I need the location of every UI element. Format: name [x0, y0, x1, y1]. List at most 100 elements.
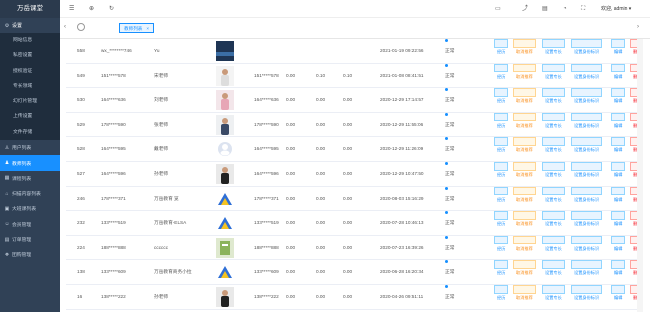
- edit-button[interactable]: 编辑: [611, 63, 626, 79]
- sidebar-subitem[interactable]: 幻灯片管理: [0, 94, 60, 110]
- cancel-rec-button[interactable]: 取消推荐: [513, 260, 536, 275]
- edit-resume-button[interactable]: 经历: [494, 285, 509, 300]
- delete-button[interactable]: 删除: [630, 186, 637, 202]
- globe-icon[interactable]: ⊕: [89, 5, 94, 13]
- delete-button[interactable]: 删除: [630, 88, 637, 103]
- refresh-icon[interactable]: ↻: [109, 5, 114, 13]
- delete-button[interactable]: 删除: [630, 137, 637, 152]
- edit-resume-button[interactable]: 经历: [494, 137, 509, 152]
- set-tag-button[interactable]: 设置身份标识: [571, 260, 603, 275]
- delete-button[interactable]: 删除: [630, 211, 637, 226]
- set-expert-button[interactable]: 设置专长: [542, 260, 565, 275]
- delete-button[interactable]: 删除: [630, 63, 637, 79]
- edit-button[interactable]: 编辑: [611, 211, 626, 226]
- edit-button[interactable]: 编辑: [611, 39, 626, 54]
- sidebar-item[interactable]: ♟ 教师列表: [0, 155, 60, 171]
- sidebar-subitem[interactable]: 网站信息: [0, 33, 60, 49]
- document-icon[interactable]: ▤: [542, 5, 548, 13]
- set-expert-button[interactable]: 设置专长: [542, 285, 565, 300]
- edit-resume-button[interactable]: 经历: [494, 235, 509, 251]
- edit-resume-button[interactable]: 经历: [494, 211, 509, 226]
- status-label: 正常: [445, 97, 455, 103]
- chevron-left-icon[interactable]: ‹: [64, 24, 66, 30]
- edit-resume-button[interactable]: 经历: [494, 186, 509, 202]
- sidebar-group-settings[interactable]: ⚙ 设置: [0, 18, 60, 33]
- set-expert-button[interactable]: 设置专长: [542, 211, 565, 226]
- sidebar-item[interactable]: ♙ 用户列表: [0, 140, 60, 155]
- close-icon[interactable]: ×: [146, 26, 149, 31]
- set-tag-button[interactable]: 设置身份标识: [571, 162, 603, 177]
- menu-toggle-icon[interactable]: ☰: [69, 5, 74, 13]
- delete-button[interactable]: 删除: [630, 235, 637, 251]
- edit-button[interactable]: 编辑: [611, 112, 626, 128]
- set-expert-button[interactable]: 设置专长: [542, 39, 565, 54]
- sidebar-subitem[interactable]: 授权验证: [0, 63, 60, 79]
- set-tag-button[interactable]: 设置身份标识: [571, 137, 603, 152]
- set-expert-button[interactable]: 设置专长: [542, 235, 565, 251]
- delete-button[interactable]: 删除: [630, 39, 637, 54]
- cancel-rec-button[interactable]: 取消推荐: [513, 285, 536, 300]
- cancel-rec-button[interactable]: 取消推荐: [513, 235, 536, 251]
- sidebar-item[interactable]: ▤ 订单管理: [0, 232, 60, 247]
- edit-button[interactable]: 编辑: [611, 285, 626, 300]
- set-tag-button[interactable]: 设置身份标识: [571, 235, 603, 251]
- chevron-right-icon[interactable]: ›: [637, 24, 639, 30]
- set-expert-button[interactable]: 设置专长: [542, 112, 565, 128]
- edit-resume-button[interactable]: 经历: [494, 162, 509, 177]
- cancel-rec-button[interactable]: 取消推荐: [513, 211, 536, 226]
- edit-button[interactable]: 编辑: [611, 88, 626, 103]
- sidebar-item[interactable]: ❖ 团购管理: [0, 247, 60, 262]
- set-expert-button[interactable]: 设置专长: [542, 186, 565, 202]
- edit-button[interactable]: 编辑: [611, 260, 626, 275]
- delete-button[interactable]: 删除: [630, 285, 637, 300]
- app-logo[interactable]: 万岳课堂: [0, 0, 60, 18]
- set-tag-button[interactable]: 设置身份标识: [571, 285, 603, 300]
- edit-button[interactable]: 编辑: [611, 162, 626, 177]
- cancel-rec-button[interactable]: 取消推荐: [513, 88, 536, 103]
- vertical-scrollbar[interactable]: [637, 39, 643, 312]
- edit-button[interactable]: 编辑: [611, 186, 626, 202]
- edit-button[interactable]: 编辑: [611, 235, 626, 251]
- edit-resume-button[interactable]: 经历: [494, 88, 509, 103]
- set-tag-button[interactable]: 设置身份标识: [571, 39, 603, 54]
- fullscreen-icon[interactable]: ⛶: [581, 5, 585, 13]
- sidebar-subitem[interactable]: 私密设置: [0, 48, 60, 64]
- edit-resume-button[interactable]: 经历: [494, 63, 509, 79]
- set-tag-button[interactable]: 设置身份标识: [571, 63, 603, 79]
- set-tag-button[interactable]: 设置身份标识: [571, 211, 603, 226]
- delete-button[interactable]: 删除: [630, 112, 637, 128]
- set-expert-button[interactable]: 设置专长: [542, 137, 565, 152]
- user-menu[interactable]: 欢迎, admin ▾: [601, 5, 631, 12]
- delete-button[interactable]: 删除: [630, 260, 637, 275]
- edit-resume-button[interactable]: 经历: [494, 39, 509, 54]
- delete-button[interactable]: 删除: [630, 162, 637, 177]
- cancel-rec-button[interactable]: 取消推荐: [513, 112, 536, 128]
- set-tag-button[interactable]: 设置身份标识: [571, 88, 603, 103]
- home-tab-icon[interactable]: [77, 23, 85, 31]
- set-tag-button[interactable]: 设置身份标识: [571, 186, 603, 202]
- cancel-rec-button[interactable]: 取消推荐: [513, 63, 536, 79]
- tool-icon[interactable]: ⤴: [522, 5, 528, 13]
- set-expert-button[interactable]: 设置专长: [542, 88, 565, 103]
- notification-icon[interactable]: ▭: [495, 5, 501, 13]
- status-label: 正常: [445, 146, 455, 152]
- cancel-rec-button[interactable]: 取消推荐: [513, 186, 536, 202]
- cancel-rec-button[interactable]: 取消推荐: [513, 39, 536, 54]
- sidebar-item[interactable]: ☺ 会员管理: [0, 217, 60, 232]
- set-tag-button[interactable]: 设置身份标识: [571, 112, 603, 128]
- edit-resume-button[interactable]: 经历: [494, 112, 509, 128]
- edit-resume-button[interactable]: 经历: [494, 260, 509, 275]
- edit-button[interactable]: 编辑: [611, 137, 626, 152]
- sidebar-item[interactable]: ▦ 课程列表: [0, 171, 60, 186]
- theme-icon[interactable]: ◔: [563, 5, 567, 13]
- cancel-rec-button[interactable]: 取消推荐: [513, 137, 536, 152]
- sidebar-subitem[interactable]: 专长领域: [0, 78, 60, 95]
- cancel-rec-button[interactable]: 取消推荐: [513, 162, 536, 177]
- sidebar-subitem[interactable]: 文件存储: [0, 124, 60, 141]
- sidebar-item[interactable]: ▣ 大班课列表: [0, 201, 60, 216]
- tab-teacher-list[interactable]: 教师列表 ×: [119, 23, 155, 33]
- sidebar-item[interactable]: ⌂ 扫描内容列表: [0, 186, 60, 201]
- set-expert-button[interactable]: 设置专长: [542, 162, 565, 177]
- set-expert-button[interactable]: 设置专长: [542, 63, 565, 79]
- sidebar-subitem[interactable]: 上传设置: [0, 109, 60, 125]
